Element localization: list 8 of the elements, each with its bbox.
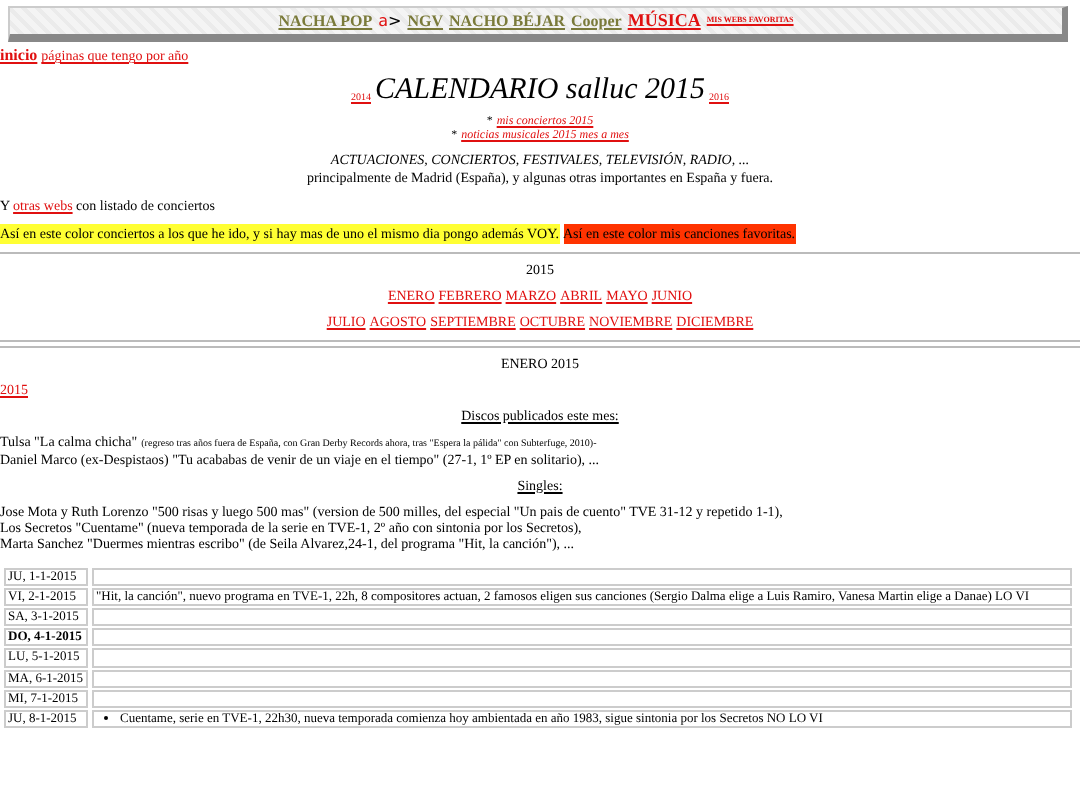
nav-link[interactable]: NACHA POP xyxy=(278,11,373,31)
nav-link[interactable]: NACHO BÉJAR xyxy=(449,11,566,31)
nav-link[interactable]: MÚSICA xyxy=(627,10,701,32)
nav-link[interactable]: Cooper xyxy=(571,11,622,31)
home-link[interactable]: inicio xyxy=(0,46,38,65)
nav-link[interactable]: NGV xyxy=(407,11,443,31)
page-title: CALENDARIO salluc 2015 xyxy=(375,74,705,108)
logo-link[interactable]: a> xyxy=(378,11,402,31)
